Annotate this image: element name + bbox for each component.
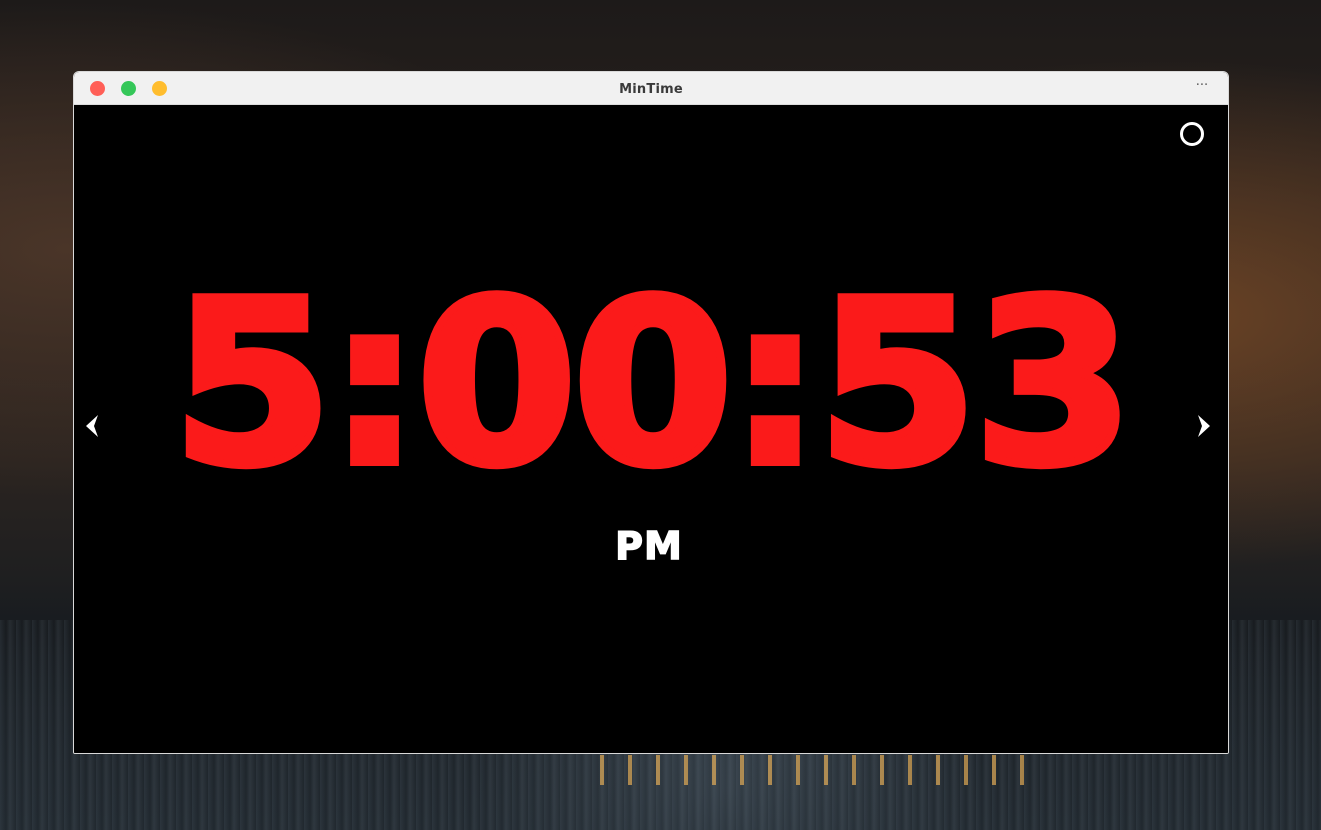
more-horizontal-icon[interactable]: ··· xyxy=(1192,79,1212,97)
title-bar[interactable]: MinTime ··· xyxy=(74,72,1228,105)
circle-icon[interactable] xyxy=(1180,122,1204,146)
clock-meridiem: PM xyxy=(614,523,683,569)
clock-time: 5:00:53 xyxy=(168,253,1138,516)
clock-display-area: 5:00:53 PM xyxy=(74,105,1228,753)
desktop-wallpaper-lights xyxy=(600,755,1040,785)
window-title: MinTime xyxy=(619,82,683,97)
app-window: MinTime ··· 5:00:53 PM xyxy=(73,71,1229,754)
